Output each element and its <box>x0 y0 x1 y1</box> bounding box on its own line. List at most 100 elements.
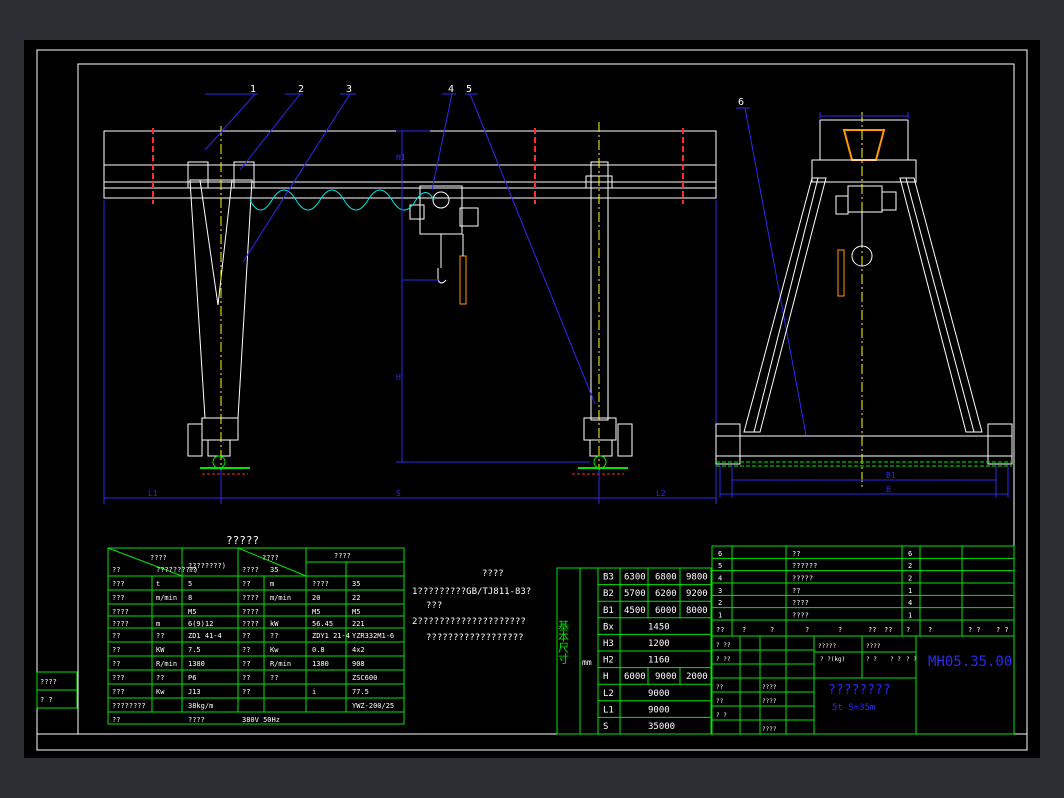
parts-header-cell: ?? <box>716 626 724 634</box>
spec-cell: t <box>156 580 160 588</box>
spec-cell: i <box>312 688 316 696</box>
dims-key: Bx <box>603 622 614 632</box>
callout-2: 2 <box>298 84 304 95</box>
spec-cell: ZD1 41-4 <box>188 632 222 640</box>
spec-cell: 56.45 <box>312 620 333 628</box>
title-cell: ? ?? <box>716 656 731 663</box>
dims-side-label: 基本尺寸 <box>557 620 570 664</box>
callout-6: 6 <box>738 97 744 108</box>
drawing-sub: 5t S=35m <box>832 703 875 713</box>
callout-5: 5 <box>466 84 472 95</box>
dim-s: S <box>396 489 401 498</box>
dims-value: 8000 <box>686 606 708 616</box>
spec-cell: ?? <box>270 674 278 682</box>
spec-cell: ?? <box>242 580 250 588</box>
dims-value: 9000 <box>648 689 670 699</box>
dims-key: S <box>603 722 608 732</box>
spec-cell: m/min <box>156 594 177 602</box>
spec-cell: R/min <box>156 660 177 668</box>
spec-cell: J13 <box>188 688 201 696</box>
spec-cell: 4x2 <box>352 646 365 654</box>
spec-cell: 0.8 <box>312 646 325 654</box>
spec-cell: ?? <box>112 646 120 654</box>
dims-value: 6300 <box>624 573 646 583</box>
spec-cell: ?? <box>112 660 120 668</box>
parts-qty: 4 <box>908 599 912 607</box>
dims-value: 6800 <box>655 573 677 583</box>
notes-line2: ??? <box>426 601 442 611</box>
spec-cell: ??? <box>112 594 125 602</box>
spec-cell: ?? <box>188 566 196 574</box>
title-cell: ???? <box>762 684 777 691</box>
dims-value: 1450 <box>648 622 670 632</box>
spec-cell: ???? <box>242 620 259 628</box>
parts-index: 2 <box>718 599 722 607</box>
dims-value: 6000 <box>624 672 646 682</box>
parts-header-cell: ? <box>838 626 842 634</box>
spec-cell: ???? <box>242 608 259 616</box>
title-cell: ? ? <box>866 656 877 663</box>
dims-key: L2 <box>603 689 614 699</box>
spec-cell: ?? <box>112 716 120 724</box>
spec-cell: ???? <box>312 580 329 588</box>
spec-cell: ??? <box>112 688 125 696</box>
notes-line3: 2???????????????????? <box>412 617 526 627</box>
dims-value: 1200 <box>648 639 670 649</box>
parts-name: ?? <box>792 587 800 595</box>
spec-cell: 22 <box>352 594 360 602</box>
parts-index: 1 <box>718 612 722 620</box>
parts-header-cell: ?? <box>868 626 876 634</box>
spec-cell: ???? <box>112 608 129 616</box>
spec-cell: 1380 <box>188 660 205 668</box>
parts-header-cell: ?? <box>884 626 892 634</box>
dims-key: L1 <box>603 705 614 715</box>
spec-cell: 908 <box>352 660 365 668</box>
spec-cell: kW <box>270 620 279 628</box>
callout-3: 3 <box>346 84 352 95</box>
dim-b: B <box>886 485 891 494</box>
spec-cell: ???? <box>188 716 205 724</box>
dims-value: 9000 <box>655 672 677 682</box>
spec-cell: ???? <box>112 620 129 628</box>
spec-cell: R/min <box>270 660 291 668</box>
dims-value: 4500 <box>624 606 646 616</box>
parts-header-cell: ? <box>928 626 932 634</box>
parts-header-cell: ? ? <box>968 626 981 634</box>
parts-header-cell: ? <box>906 626 910 634</box>
parts-header-cell: ? <box>805 626 809 634</box>
parts-index: 3 <box>718 587 722 595</box>
title-cell: ? ? <box>906 656 917 663</box>
notes-line4: ?????????????????? <box>426 633 524 643</box>
dims-value: 5700 <box>624 589 646 599</box>
spec-cell: ZSC600 <box>352 674 377 682</box>
spec-cell: ?? <box>242 660 250 668</box>
dims-key: H2 <box>603 656 614 666</box>
title-cell: ?? <box>716 698 724 705</box>
dims-key: H3 <box>603 639 614 649</box>
title-cell: ? ? <box>890 656 901 663</box>
parts-index: 5 <box>718 562 722 570</box>
dims-value: 6000 <box>655 606 677 616</box>
title-cell: ???? <box>762 726 777 733</box>
spec-cell: m/min <box>270 594 291 602</box>
spec-cell: YWZ-200/25 <box>352 702 394 710</box>
spec-cell: ?? <box>242 646 250 654</box>
spec-cell: 221 <box>352 620 365 628</box>
title-cell: ???? <box>762 698 777 705</box>
parts-qty: 2 <box>908 575 912 583</box>
drawing-number: MH05.35.00 <box>928 654 1012 670</box>
parts-qty: 1 <box>908 612 912 620</box>
dims-key: B3 <box>603 573 614 583</box>
dims-key: B1 <box>603 606 614 616</box>
spec-cell: M5 <box>352 608 360 616</box>
spec-cell: 6(9)12 <box>188 620 213 628</box>
spec-cell: ?? <box>270 632 278 640</box>
spec-cell: YZR332M1-6 <box>352 632 394 640</box>
dims-value: 9000 <box>648 705 670 715</box>
notes-line1: 1?????????GB/TJ811-83? <box>412 587 531 597</box>
dims-value: 6200 <box>655 589 677 599</box>
parts-qty: 6 <box>908 550 912 558</box>
dims-unit: mm <box>582 658 592 667</box>
parts-qty: 2 <box>908 562 912 570</box>
title-cell: ???? <box>866 643 881 650</box>
